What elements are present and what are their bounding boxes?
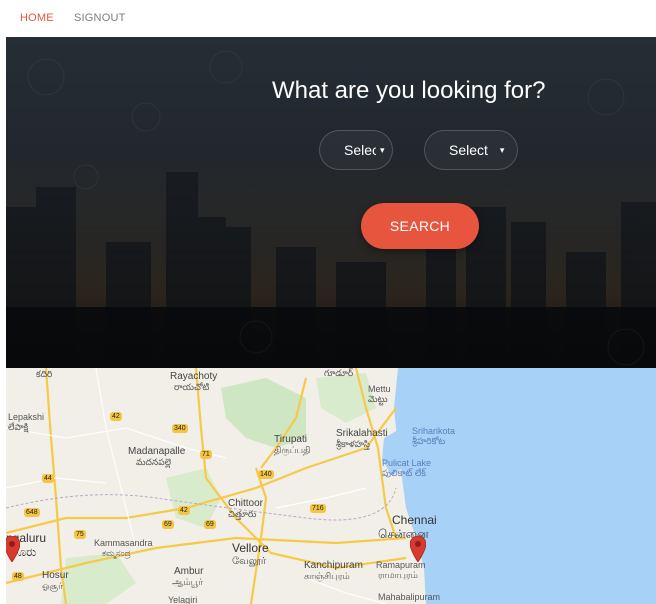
nav-home-link[interactable]: HOME [20,12,54,24]
map-label: Ambur [174,566,204,577]
highway-shield: 42 [110,412,122,421]
map-label: ಕಮ್ಮಸಂದ್ರ [102,548,131,558]
map-label: Chittoor [228,498,264,509]
highway-shield: 75 [74,530,86,539]
map-label: Rayachoty [170,371,218,382]
highway-shield: 716 [310,504,326,513]
map-label: காஞ்சிபுரம் [304,571,350,581]
map-label: Hosur [42,570,69,581]
highway-shield: 648 [24,508,40,517]
map-label: కదిరి [36,369,53,379]
map-label: లేపాక్షి [8,422,29,432]
highway-shield: 69 [162,520,174,529]
map-label: Vellore [232,541,269,555]
map-label: ஓசூர் [42,581,63,591]
map-label: Lepakshi [8,412,45,422]
map-label: Kanchipuram [304,560,363,571]
highway-shield: 340 [172,424,188,433]
map-label: வேலூர் [232,556,267,567]
map-label: Sriharikota [412,426,456,436]
map-label: మదనపల్లె [136,457,171,467]
map-label: పులికాట్ లేక్ [382,468,426,478]
map-label: శ్రీకాళహస్తి [336,439,370,449]
highway-shield: 44 [42,474,54,483]
hero-banner: What are you looking for? Select ▾ Selec… [6,37,656,368]
highway-shield: 42 [178,506,190,515]
map-label: Yelagiri [168,595,198,604]
map-label: ஆம்பூர் [172,577,203,587]
search-button[interactable]: SEARCH [361,203,479,249]
map-label: ராமாபுரம் [378,570,418,580]
highway-shield: 48 [12,572,24,581]
map-label: Srikalahasti [336,428,388,439]
map-label: திருப்பதி [274,445,311,455]
map-label: Madanapalle [128,446,186,457]
highway-shield: 71 [200,450,212,459]
category-select-value: Select [344,142,376,158]
category-select[interactable]: Select ▾ [319,130,393,170]
map-label: మెట్టు [368,394,388,404]
map-pin-icon[interactable] [410,536,426,562]
caret-down-icon: ▾ [499,144,505,155]
map-label: Kammasandra [94,538,153,548]
location-select-value: Select [449,142,488,158]
map-label: రాయచోటి [174,382,210,392]
nav-signout-link[interactable]: SIGNOUT [74,12,126,24]
map-label: Mahabalipuram [378,592,441,602]
map-label: గూడూర్ [324,368,354,378]
map-view[interactable]: కదిరి Rayachoty రాయచోటి గూడూర్ Mettu మెట… [6,368,656,604]
map-label: Pulicat Lake [382,458,432,468]
caret-down-icon: ▾ [380,144,385,155]
map-pin-icon[interactable] [6,536,20,562]
top-nav: HOME SIGNOUT [0,0,656,36]
map-label: చిత్తూరు [228,509,257,519]
map-label: Mettu [368,384,391,394]
map-label: శ్రీహరికోట [412,436,446,446]
map-label: Chennai [392,513,437,527]
highway-shield: 69 [204,520,216,529]
highway-shield: 140 [258,470,274,479]
location-select[interactable]: Select ▾ [424,130,518,170]
hero-title: What are you looking for? [272,77,546,104]
map-label: Tirupati [274,434,307,445]
